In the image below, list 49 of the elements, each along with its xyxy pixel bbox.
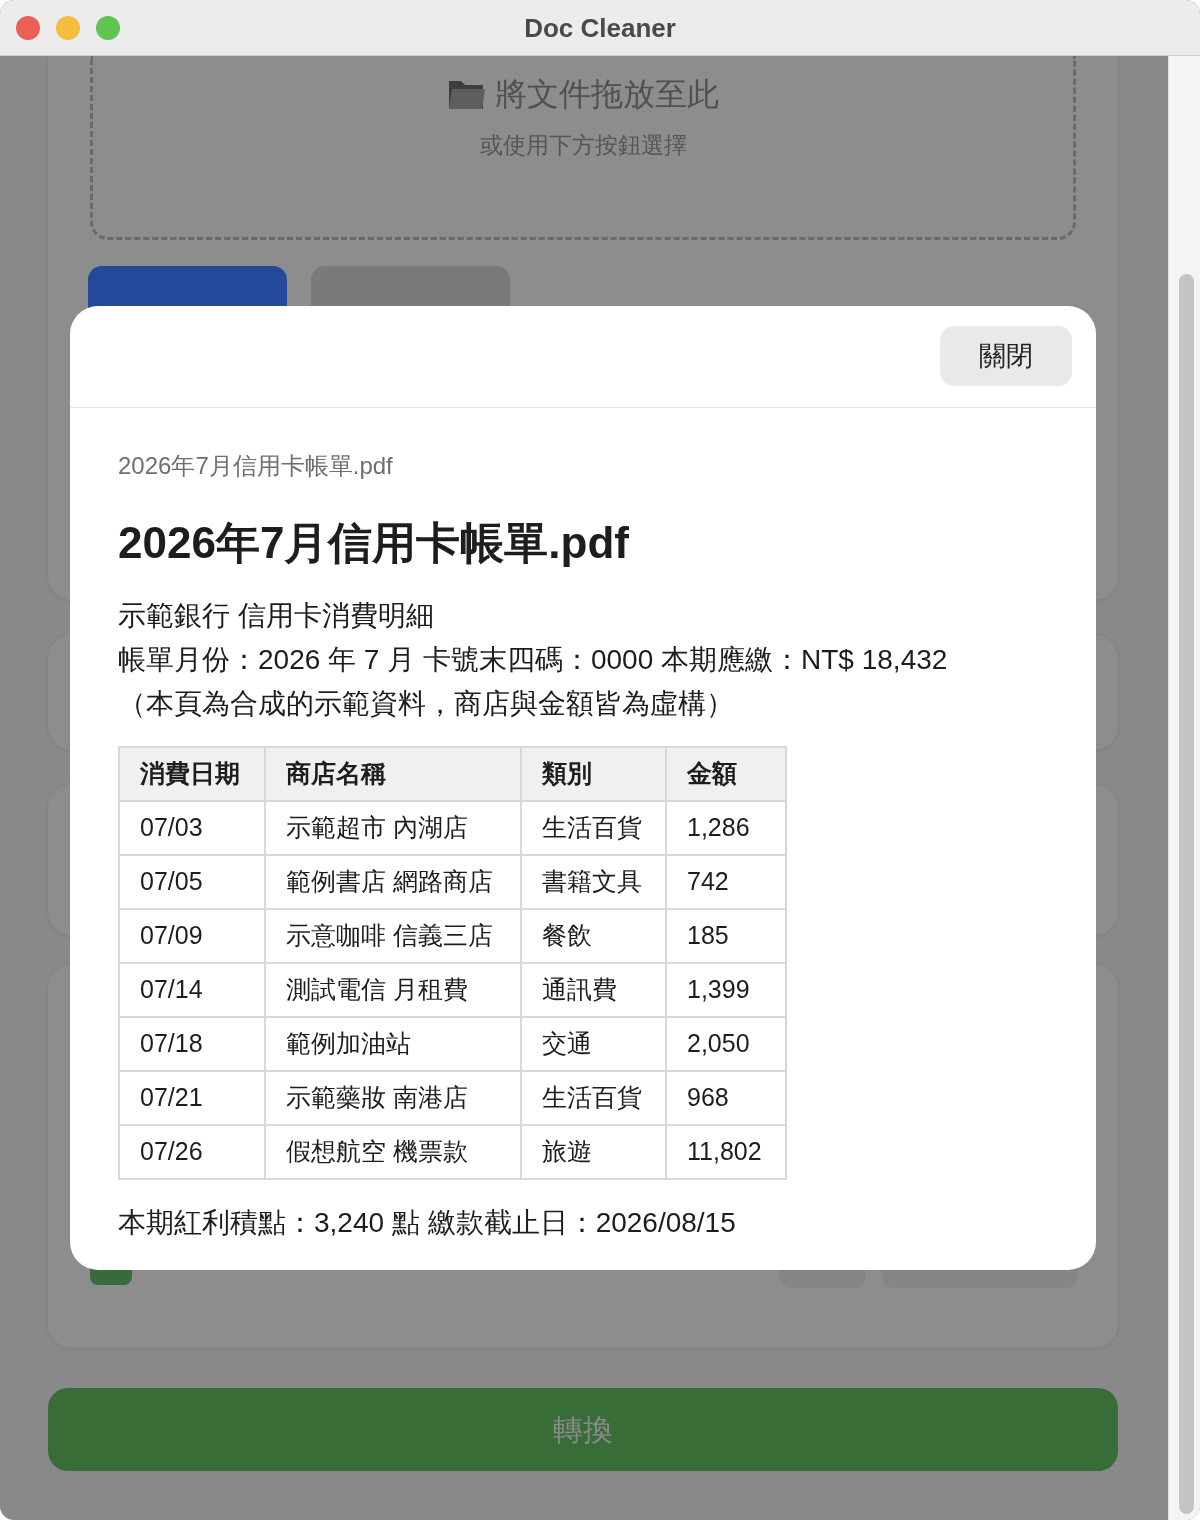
drop-zone-hint: 或使用下方按鈕選擇	[478, 131, 688, 160]
body-text: 示範銀行 信用卡消費明細	[118, 599, 435, 633]
table-cell: 書籍文具	[521, 855, 666, 909]
document-heading: 2026年7月信用卡帳單.pdf	[118, 517, 630, 569]
table-cell: 假想航空 機票款	[265, 1125, 521, 1179]
footer-text: 本期紅利積點：3,240 點 繳款截止日：2026/08/15	[118, 1206, 737, 1240]
table-cell: 07/21	[119, 1071, 265, 1125]
table-cell: 11,802	[666, 1125, 786, 1179]
scrollbar-thumb[interactable]	[1179, 274, 1194, 1514]
table-cell: 旅遊	[521, 1125, 666, 1179]
table-cell: 07/18	[119, 1017, 265, 1071]
table-cell: 1,399	[666, 963, 786, 1017]
column-header: 商店名稱	[265, 747, 521, 801]
table-cell: 交通	[521, 1017, 666, 1071]
table-cell: 07/05	[119, 855, 265, 909]
minimize-window-icon[interactable]	[56, 16, 80, 40]
table-cell: 生活百貨	[521, 801, 666, 855]
column-header: 消費日期	[119, 747, 265, 801]
table-cell: 07/09	[119, 909, 265, 963]
drop-zone[interactable]: 將文件拖放至此 或使用下方按鈕選擇	[90, 56, 1076, 240]
table-cell: 示範超市 內湖店	[265, 801, 521, 855]
body-text: 帳單月份：2026 年 7 月 卡號末四碼：0000 本期應繳：NT$ 18,432	[118, 643, 949, 677]
convert-button[interactable]: 轉換	[48, 1388, 1118, 1471]
column-header: 類別	[521, 747, 666, 801]
table-cell: 通訊費	[521, 963, 666, 1017]
table-cell: 185	[666, 909, 786, 963]
table-cell: 07/26	[119, 1125, 265, 1179]
close-window-icon[interactable]	[16, 16, 40, 40]
table-cell: 1,286	[666, 801, 786, 855]
table-cell: 07/14	[119, 963, 265, 1017]
table-cell: 餐飲	[521, 909, 666, 963]
body-text: （本頁為合成的示範資料，商店與金額皆為虛構）	[118, 687, 735, 721]
column-header: 金額	[666, 747, 786, 801]
table-cell: 示範藥妝 南港店	[265, 1071, 521, 1125]
table-cell: 範例加油站	[265, 1017, 521, 1071]
table-cell: 968	[666, 1071, 786, 1125]
table-cell: 測試電信 月租費	[265, 963, 521, 1017]
table-cell: 742	[666, 855, 786, 909]
table-cell: 示意咖啡 信義三店	[265, 909, 521, 963]
file-name: 2026年7月信用卡帳單.pdf	[118, 451, 394, 481]
scrollbar[interactable]	[1168, 56, 1200, 1520]
table-cell: 07/03	[119, 801, 265, 855]
window-title: Doc Cleaner	[524, 12, 676, 45]
drop-zone-title: 將文件拖放至此	[495, 75, 719, 114]
table-cell: 生活百貨	[521, 1071, 666, 1125]
table-cell: 2,050	[666, 1017, 786, 1071]
zoom-window-icon[interactable]	[96, 16, 120, 40]
close-button[interactable]: 關閉	[940, 326, 1072, 386]
table-cell: 範例書店 網路商店	[265, 855, 521, 909]
